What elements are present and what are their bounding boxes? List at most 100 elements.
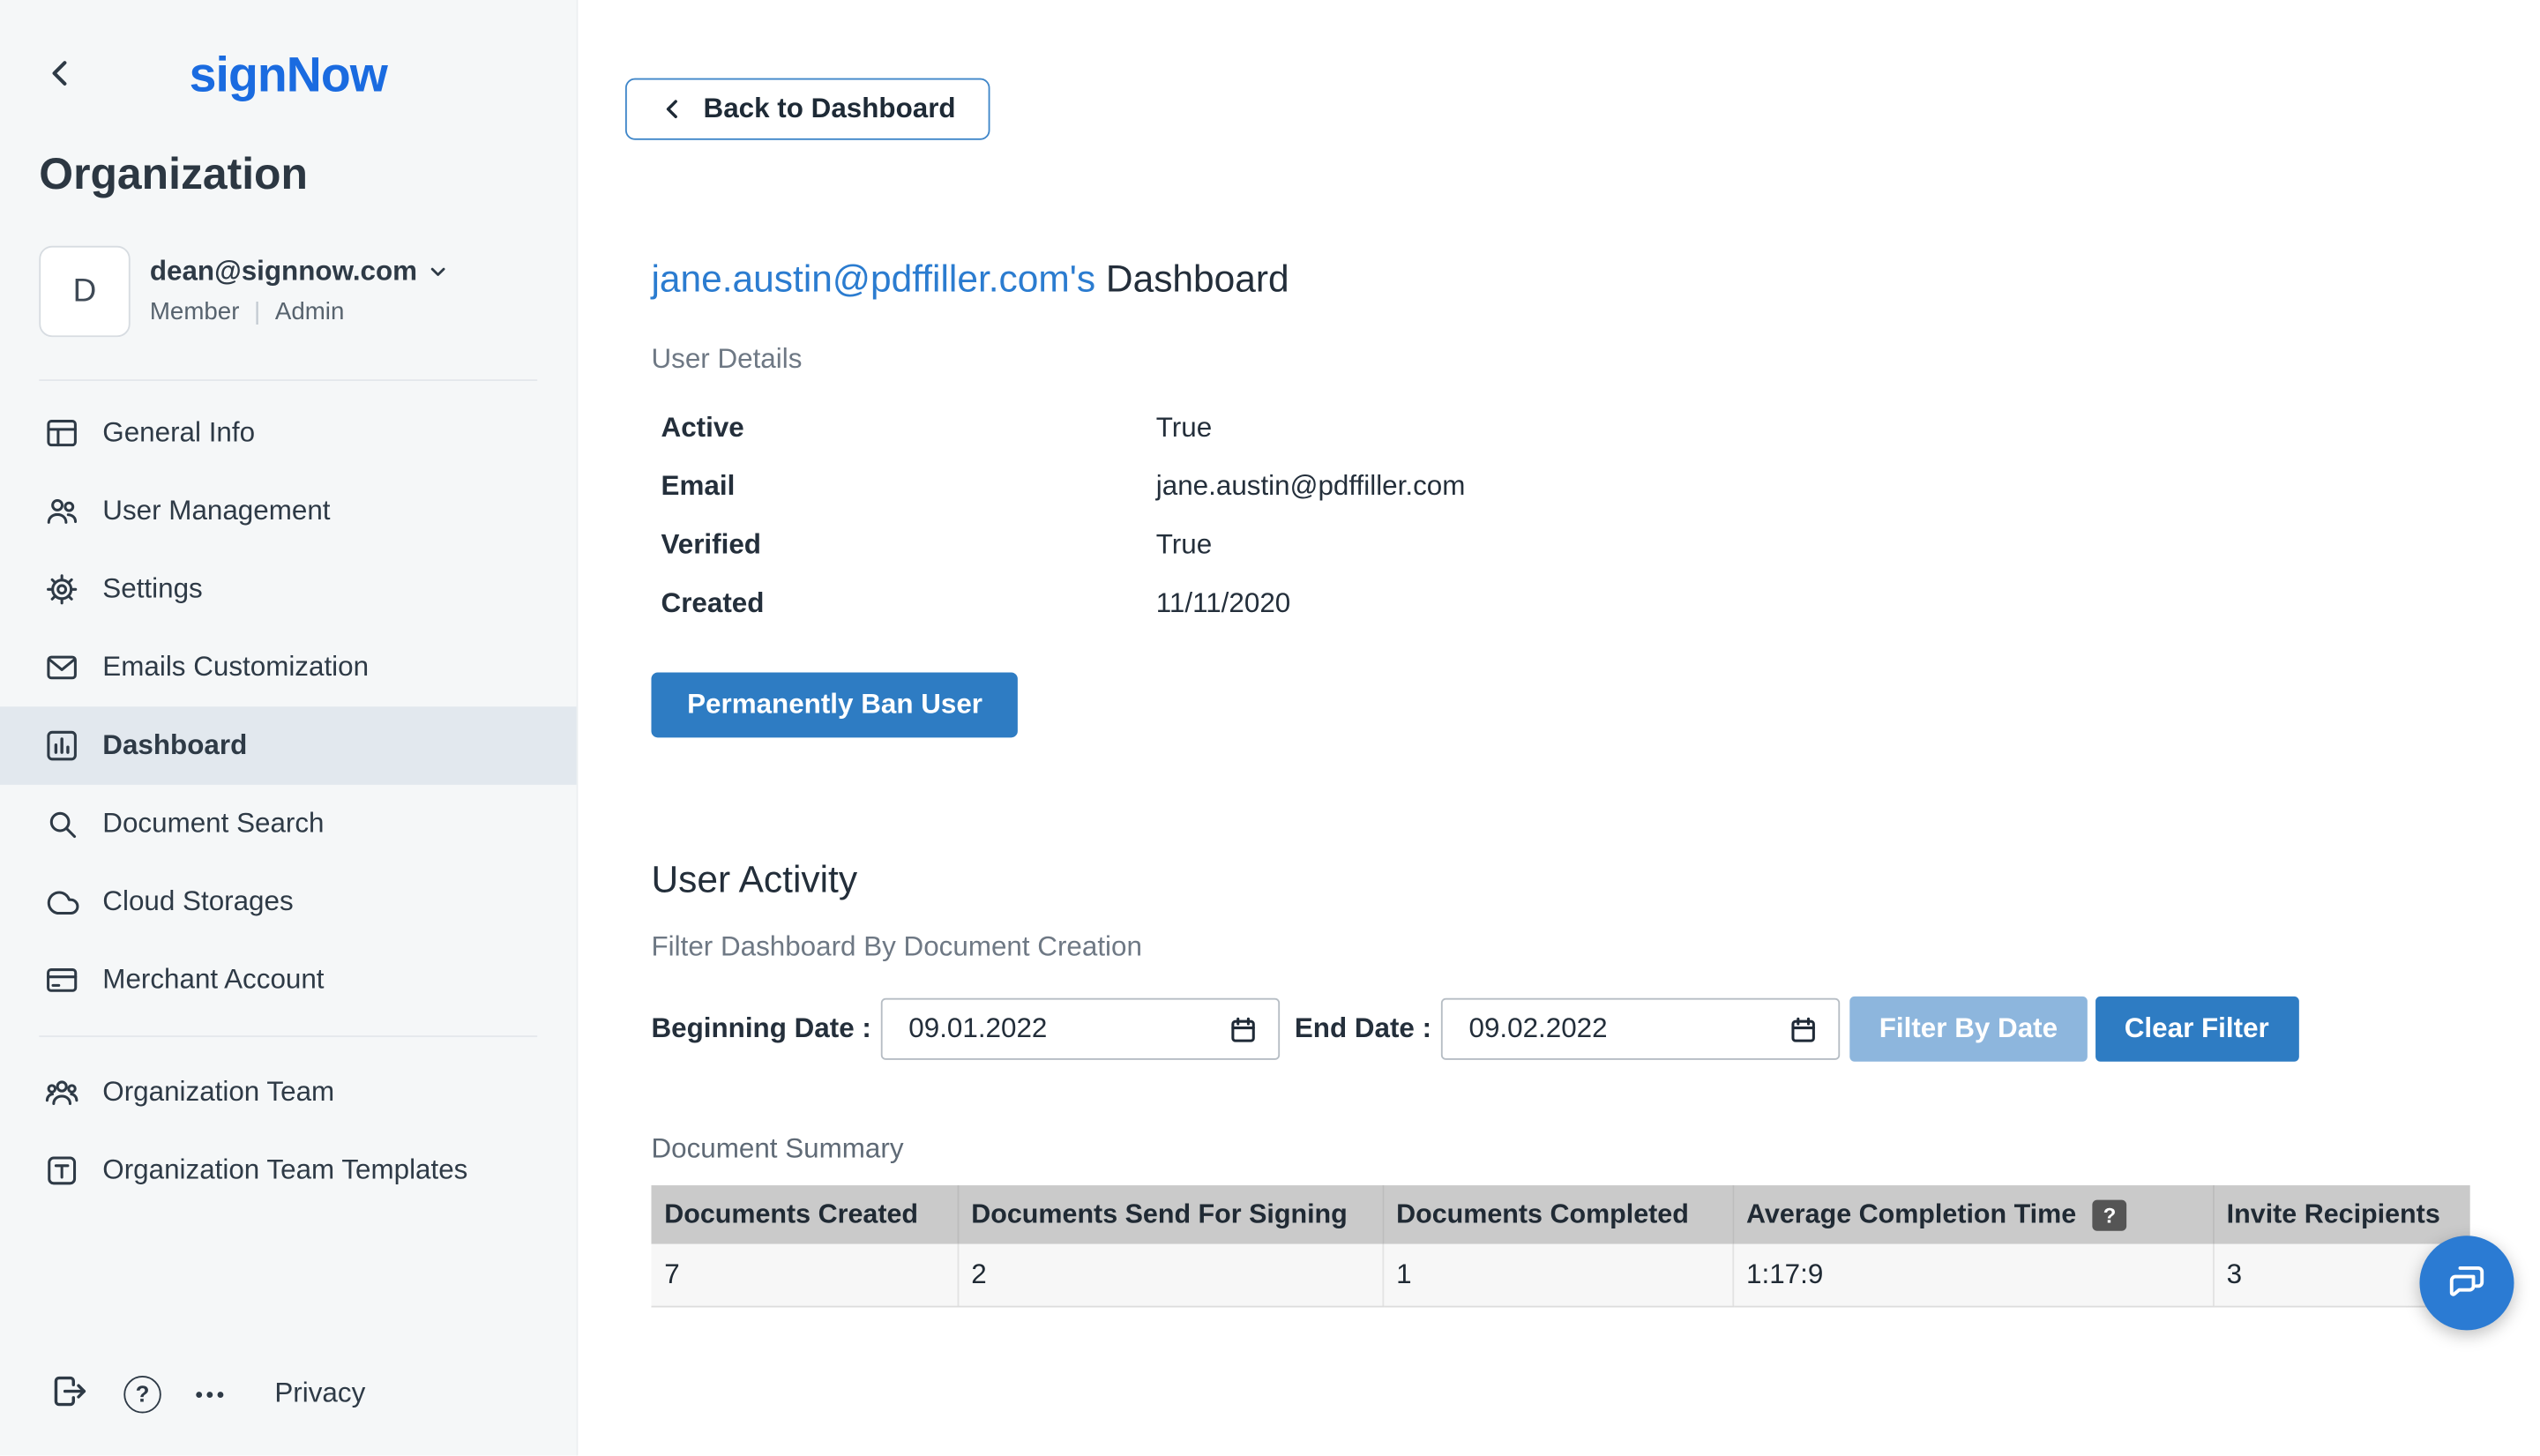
detail-value: 11/11/2020 [1156,587,1290,620]
sidebar-item-document-search[interactable]: Document Search [0,785,577,863]
detail-row-active: Active True [651,399,2540,457]
beginning-date-value: 09.01.2022 [908,1012,1228,1045]
search-icon [44,806,80,842]
settings-gear-icon [44,571,80,608]
chat-fab-button[interactable] [2419,1236,2514,1330]
calendar-icon[interactable] [1228,1013,1259,1044]
calendar-icon[interactable] [1788,1013,1819,1044]
sidebar-item-general-info[interactable]: General Info [0,394,577,473]
back-chevron-icon [42,56,78,92]
general-info-icon [44,415,80,452]
nav-divider [39,1035,537,1037]
sidebar-item-label: Document Search [102,808,324,840]
detail-label: Verified [661,529,1156,562]
clear-filter-button[interactable]: Clear Filter [2096,997,2298,1062]
sidebar-item-emails-customization[interactable]: Emails Customization [0,629,577,707]
logout-icon [49,1371,89,1417]
table-header-avg-completion-time: Average Completion Time ? [1732,1185,2213,1243]
cell-documents-completed: 1 [1382,1243,1732,1305]
end-date-label: End Date : [1295,1012,1431,1045]
table-header-documents-completed: Documents Completed [1382,1185,1732,1243]
sidebar-item-merchant-account[interactable]: Merchant Account [0,941,577,1019]
chat-icon [2444,1258,2490,1308]
role-admin: Admin [275,298,345,325]
help-button[interactable]: ? [123,1375,161,1412]
document-summary-table: Documents Created Documents Send For Sig… [651,1185,2469,1307]
user-details-list: Active True Email jane.austin@pdffiller.… [651,399,2540,633]
sidebar-footer: ? ••• Privacy [0,1371,577,1456]
sidebar-item-label: Merchant Account [102,964,324,997]
user-activity-heading: User Activity [651,858,2540,902]
back-button-label: Back to Dashboard [704,93,956,125]
permanently-ban-user-button[interactable]: Permanently Ban User [651,672,1018,737]
detail-label: Created [661,587,1156,620]
detail-label: Email [661,471,1156,504]
bar-chart-icon [44,728,80,764]
cloud-icon [44,884,80,920]
cell-documents-send: 2 [958,1243,1383,1305]
table-header-row: Documents Created Documents Send For Sig… [651,1185,2469,1243]
more-dots-icon: ••• [196,1382,228,1407]
sidebar-divider [39,379,537,381]
account-email: dean@signnow.com [150,256,417,288]
team-icon [44,1074,80,1110]
logout-button[interactable] [49,1371,89,1417]
sidebar: signNow Organization D dean@signnow.com … [0,0,578,1456]
filter-caption: Filter Dashboard By Document Creation [651,931,2540,964]
detail-row-email: Email jane.austin@pdffiller.com [651,458,2540,516]
sidebar-item-label: User Management [102,495,330,527]
privacy-link[interactable]: Privacy [274,1378,365,1410]
chevron-down-icon [427,260,450,283]
end-date-value: 09.02.2022 [1469,1012,1789,1045]
role-member: Member [150,298,240,325]
envelope-icon [44,650,80,686]
sidebar-item-cloud-storages[interactable]: Cloud Storages [0,862,577,941]
sidebar-item-label: Cloud Storages [102,885,293,918]
account-meta: dean@signnow.com Member | Admin [150,246,450,337]
detail-value: jane.austin@pdffiller.com [1156,471,1466,504]
sidebar-item-organization-team[interactable]: Organization Team [0,1053,577,1131]
document-summary-caption: Document Summary [651,1133,2540,1166]
sidebar-item-settings[interactable]: Settings [0,550,577,629]
credit-card-icon [44,962,80,998]
app-root: signNow Organization D dean@signnow.com … [0,0,2540,1456]
detail-label: Active [661,412,1156,444]
sidebar-item-label: General Info [102,417,255,450]
beginning-date-label: Beginning Date : [651,1012,870,1045]
app-logo[interactable]: signNow [39,49,537,104]
sidebar-item-label: Organization Team [102,1076,334,1109]
table-row: 7 2 1 1:17:9 3 [651,1243,2469,1305]
filter-by-date-button[interactable]: Filter By Date [1850,997,2088,1062]
sidebar-item-dashboard[interactable]: Dashboard [0,706,577,785]
cell-documents-created: 7 [651,1243,957,1305]
more-options-button[interactable]: ••• [196,1382,228,1407]
user-management-icon [44,493,80,529]
sidebar-item-label: Emails Customization [102,651,369,683]
sidebar-item-organization-team-templates[interactable]: Organization Team Templates [0,1131,577,1210]
sidebar-item-label: Settings [102,573,202,606]
page-title-rest: Dashboard [1106,258,1289,300]
template-icon [44,1153,80,1189]
detail-value: True [1156,529,1212,562]
help-icon: ? [123,1375,161,1412]
sidebar-item-label: Dashboard [102,729,247,762]
date-filter-row: Beginning Date : 09.01.2022 End Date : 0… [651,997,2540,1062]
avatar: D [39,246,130,337]
user-email-link[interactable]: jane.austin@pdffiller.com's [651,258,1095,300]
account-switcher[interactable]: D dean@signnow.com Member | Admin [39,246,537,337]
beginning-date-input[interactable]: 09.01.2022 [881,998,1280,1060]
detail-row-verified: Verified True [651,516,2540,574]
end-date-input[interactable]: 09.02.2022 [1441,998,1840,1060]
avg-completion-label: Average Completion Time [1746,1199,2076,1230]
help-badge-icon[interactable]: ? [2093,1199,2127,1230]
sidebar-back-button[interactable] [42,56,78,92]
detail-value: True [1156,412,1212,444]
sidebar-item-user-management[interactable]: User Management [0,472,577,550]
back-chevron-icon [660,96,686,123]
main-content: Back to Dashboard jane.austin@pdffiller.… [578,0,2540,1456]
role-divider: | [254,298,260,325]
back-to-dashboard-button[interactable]: Back to Dashboard [625,78,990,140]
page-title: jane.austin@pdffiller.com's Dashboard [651,258,2540,302]
table-header-documents-send: Documents Send For Signing [958,1185,1383,1243]
table-header-invite-recipients: Invite Recipients [2213,1185,2470,1243]
